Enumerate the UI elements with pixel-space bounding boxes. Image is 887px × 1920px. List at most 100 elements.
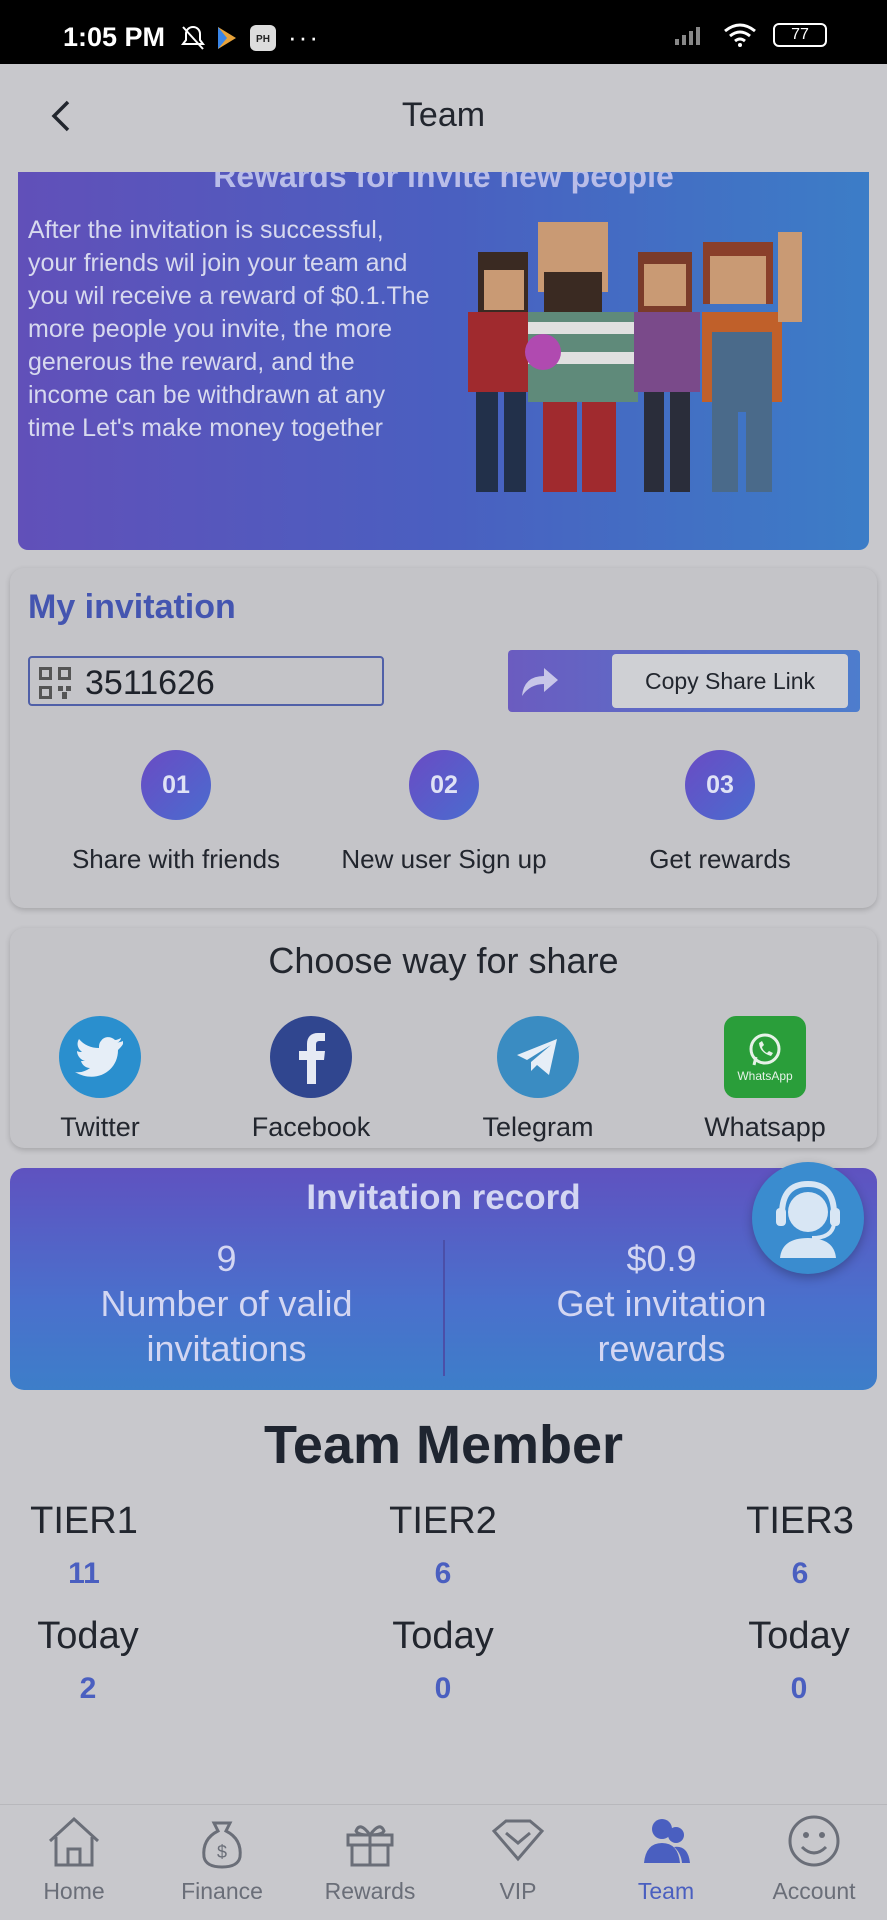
step-number: 03 [685, 750, 755, 820]
play-store-icon [218, 26, 236, 49]
notification-icons: PH ··· [180, 22, 320, 53]
invitation-record-title: Invitation record [306, 1178, 581, 1217]
page-title: Team [401, 96, 486, 134]
share-label: Telegram [482, 1112, 594, 1142]
whatsapp-icon: WhatsApp [724, 1016, 806, 1098]
share-arrow-icon [522, 668, 558, 696]
tier2-stat: TIER2 6 [343, 1500, 543, 1591]
step-label: Share with friends [71, 844, 281, 874]
share-label: Twitter [60, 1112, 140, 1142]
svg-text:PH: PH [256, 34, 270, 45]
twitter-icon [59, 1016, 141, 1098]
bell-muted-icon [181, 25, 205, 50]
team-member-title: Team Member [263, 1415, 624, 1475]
money-bag-icon: $ [202, 1821, 242, 1869]
app-bar: Team [0, 64, 887, 172]
app-badge-icon: PH [250, 24, 276, 51]
tab-label: Rewards [324, 1878, 416, 1904]
wifi-icon [724, 23, 756, 47]
status-time: 1:05 PM [63, 22, 166, 52]
tier-label: TIER1 [30, 1500, 138, 1542]
smiley-icon [788, 1815, 840, 1867]
whatsapp-badge-text: WhatsApp [737, 1069, 793, 1083]
step-label: New user Sign up [341, 844, 547, 874]
people-illustration [468, 222, 802, 492]
headset-agent-icon [776, 1180, 840, 1258]
home-icon [48, 1816, 100, 1867]
battery-indicator: 77 [773, 23, 827, 47]
facebook-icon [270, 1016, 352, 1098]
system-icons: 77 [673, 22, 827, 48]
step-number: 02 [409, 750, 479, 820]
more-dots-icon: ··· [288, 22, 320, 52]
banner-description: After the invitation is successful, your… [28, 216, 430, 442]
today-count: 0 [790, 1672, 808, 1705]
invitation-rewards-label-2: rewards [597, 1328, 726, 1369]
tab-label: Home [43, 1878, 105, 1904]
share-facebook-button[interactable]: Facebook [221, 1016, 401, 1143]
invitation-rewards-label: Get invitation [556, 1283, 767, 1324]
tab-label: VIP [499, 1878, 537, 1904]
signal-icon [675, 27, 700, 45]
tier-label: TIER3 [746, 1500, 854, 1542]
today-label: Today [392, 1615, 494, 1657]
share-telegram-button[interactable]: Telegram [448, 1016, 628, 1143]
today-count: 2 [79, 1672, 97, 1705]
today-label: Today [748, 1615, 850, 1657]
tier-count: 11 [68, 1557, 100, 1590]
tab-account[interactable]: Account [740, 1813, 887, 1905]
bottom-tab-bar: Home $ Finance Rewards VIP Team Account [0, 1804, 887, 1920]
gift-icon [346, 1825, 394, 1867]
step-share-with-friends: 01 Share with friends [36, 750, 316, 875]
share-label: Whatsapp [704, 1112, 826, 1142]
tier-count: 6 [434, 1557, 452, 1590]
team-member-section: Team Member TIER1 11 TIER2 6 TIER3 6 Tod… [10, 1400, 877, 1760]
valid-invitations-label: Number of valid [100, 1283, 353, 1324]
tier3-today-stat: Today 0 [699, 1615, 887, 1706]
customer-support-button[interactable] [752, 1162, 864, 1274]
today-count: 0 [434, 1672, 452, 1705]
tab-vip[interactable]: VIP [444, 1813, 592, 1905]
status-bar: 1:05 PM PH ··· 77 [0, 0, 887, 64]
invitation-code: 3511626 [85, 664, 215, 702]
tier1-stat: TIER1 11 [0, 1500, 184, 1591]
share-whatsapp-button[interactable]: WhatsApp Whatsapp [675, 1016, 855, 1143]
copy-share-link-label: Copy Share Link [612, 654, 848, 708]
share-twitter-button[interactable]: Twitter [10, 1016, 190, 1143]
tier1-today-stat: Today 2 [0, 1615, 188, 1706]
valid-invitations-stat: 9 Number of valid invitations [10, 1236, 443, 1371]
invitation-code-field[interactable]: 3511626 [28, 656, 384, 706]
banner-heading: Rewards for invite new people [213, 172, 674, 194]
step-number: 01 [141, 750, 211, 820]
tab-label: Team [637, 1878, 695, 1904]
step-new-user-sign-up: 02 New user Sign up [304, 750, 584, 875]
tab-label: Account [772, 1878, 856, 1904]
step-label: Get rewards [649, 844, 791, 874]
svg-text:$: $ [217, 1842, 227, 1862]
diamond-icon [491, 1819, 545, 1862]
tier-count: 6 [791, 1557, 809, 1590]
step-get-rewards: 03 Get rewards [580, 750, 860, 875]
invitation-title: My invitation [28, 588, 236, 626]
share-options-card: Choose way for share Twitter Facebook Te… [10, 928, 877, 1148]
telegram-icon [497, 1016, 579, 1098]
rewards-banner: Rewards for invite new people After the … [18, 172, 869, 550]
invitation-card: My invitation 3511626 Copy Share Link 01… [10, 568, 877, 908]
today-label: Today [37, 1615, 139, 1657]
tab-team[interactable]: Team [592, 1813, 740, 1905]
qr-code-icon [39, 667, 71, 699]
tab-rewards[interactable]: Rewards [296, 1813, 444, 1905]
team-icon [644, 1819, 690, 1863]
valid-invitations-count: 9 [216, 1238, 237, 1279]
tab-label: Finance [181, 1878, 263, 1904]
tab-home[interactable]: Home [0, 1813, 148, 1905]
tier-label: TIER2 [389, 1500, 497, 1542]
tab-finance[interactable]: $ Finance [148, 1813, 296, 1905]
invitation-record-panel: Invitation record 9 Number of valid invi… [10, 1168, 877, 1390]
valid-invitations-label-2: invitations [146, 1328, 307, 1369]
copy-share-link-button[interactable]: Copy Share Link [508, 650, 860, 712]
share-label: Facebook [251, 1112, 371, 1142]
tier3-stat: TIER3 6 [700, 1500, 887, 1591]
tier2-today-stat: Today 0 [343, 1615, 543, 1706]
share-title: Choose way for share [268, 940, 619, 981]
